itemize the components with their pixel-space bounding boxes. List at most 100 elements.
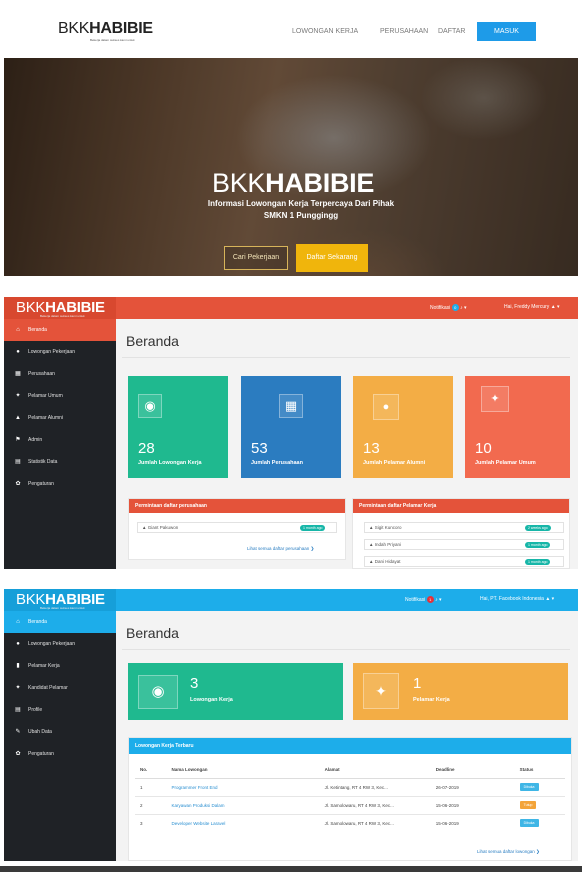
company-brand-tagline: Bekerja dalam sukses kami untuk bbox=[40, 606, 85, 610]
chart-icon: ▤ bbox=[15, 459, 21, 465]
user-greeting: Hai, PT. Facebook Indonesia bbox=[480, 596, 544, 602]
sidebar-item-perusahaan[interactable]: ▦ Perusahaan bbox=[4, 363, 116, 385]
stat-label: Jumlah Perusahaan bbox=[251, 460, 303, 466]
users-icon: ✦ bbox=[481, 386, 509, 412]
table-row: 3 Developer Website Laravel Jl. Samolowa… bbox=[135, 813, 565, 832]
sidebar-item-pelamar-umum[interactable]: ✦ Pelamar Umum bbox=[4, 385, 116, 407]
page-title: Beranda bbox=[126, 333, 179, 349]
brand-logo-thin: BKK bbox=[58, 20, 90, 37]
sidebar-item-admin[interactable]: ⚑ Admin bbox=[4, 429, 116, 451]
search-jobs-button[interactable]: Cari Pekerjaan bbox=[224, 246, 288, 270]
hero-subtitle-line2: SMKN 1 Punggingg bbox=[263, 211, 339, 220]
status-badge[interactable]: Tutup bbox=[519, 801, 537, 809]
notification-count-badge: 0 bbox=[451, 304, 459, 311]
building-icon: ▦ bbox=[279, 394, 303, 418]
sidebar-item-lowongan-pekerjaan[interactable]: ● Lowongan Pekerjaan bbox=[4, 341, 116, 363]
list-item[interactable]: ▲ Indah Priyani 1 month ago bbox=[364, 539, 564, 550]
column-header: Nama Lowongan bbox=[166, 762, 320, 779]
stat-card-pelamar-alumni[interactable]: ● 13 Jumlah Pelamar Alumni bbox=[353, 376, 453, 478]
sidebar-item-label: Pelamar Umum bbox=[28, 393, 63, 399]
admin-sidebar: ⌂ Beranda ● Lowongan Pekerjaan ▦ Perusahaan… bbox=[4, 319, 116, 569]
hero-logo-thin: BKK bbox=[212, 168, 266, 198]
column-header: Deadline bbox=[430, 762, 515, 779]
stat-card-perusahaan[interactable]: ▦ 53 Jumlah Perusahaan bbox=[241, 376, 341, 478]
sidebar-item-beranda[interactable]: ⌂ Beranda bbox=[4, 611, 116, 633]
bottom-bar bbox=[0, 866, 582, 872]
stat-card-lowongan[interactable]: ◉ 3 Lowongan Kerja bbox=[128, 663, 343, 720]
stat-label: Lowongan Kerja bbox=[190, 697, 233, 703]
sidebar-item-label: Lowongan Pekerjaan bbox=[28, 349, 75, 355]
table-row: 1 Programmer Front End Jl. Ketintang, RT… bbox=[135, 777, 565, 796]
sidebar-item-kandidat-pelamar[interactable]: ✦ Kandidat Pelamar bbox=[4, 677, 116, 699]
applicant-requests-title: Permintaan daftar Pelamar Kerja bbox=[353, 499, 569, 513]
user-icon: ● bbox=[373, 394, 399, 420]
login-button[interactable]: MASUK bbox=[477, 22, 536, 41]
hero-banner: BKKHABIBIE Informasi Lowongan Kerja Terp… bbox=[4, 58, 578, 276]
users-icon: ✦ bbox=[15, 393, 21, 399]
eye-icon: ● bbox=[16, 349, 20, 355]
notification-menu[interactable]: Notifikasi 1 ♪ ▾ bbox=[405, 596, 441, 603]
bell-icon: ♪ ▾ bbox=[460, 304, 467, 311]
sidebar-item-label: Ubah Data bbox=[28, 729, 52, 735]
building-icon: ▦ bbox=[15, 371, 21, 377]
list-item[interactable]: ▲ Giant Pakuwon 1 month ago bbox=[137, 522, 337, 533]
stat-card-pelamar-kerja[interactable]: ✦ 1 Pelamar Kerja bbox=[353, 663, 568, 720]
stat-card-lowongan[interactable]: ◉ 28 Jumlah Lowongan Kerja bbox=[128, 376, 228, 478]
flag-icon: ⚑ bbox=[15, 437, 21, 443]
notification-menu[interactable]: Notifikasi 0 ♪ ▾ bbox=[430, 304, 466, 311]
sidebar-item-pengaturan[interactable]: ✿ Pengaturan bbox=[4, 473, 116, 495]
admin-brand-tagline: Bekerja dalam sukses kami untuk bbox=[40, 314, 85, 318]
list-item[interactable]: ▲ Dani Hidayat 1 month ago bbox=[364, 556, 564, 567]
sidebar-item-label: Pengaturan bbox=[28, 481, 54, 487]
hero-logo: BKKHABIBIE bbox=[212, 168, 374, 199]
gear-icon: ✿ bbox=[15, 481, 21, 487]
job-address: Jl. Ketintang, RT 4 RW 3, Kec... bbox=[319, 777, 431, 796]
time-badge: 2 weeks ago bbox=[525, 525, 551, 531]
job-deadline: 15-06-2019 bbox=[430, 795, 515, 814]
status-cell: Tutup bbox=[514, 795, 565, 814]
stat-value: 28 bbox=[138, 440, 155, 457]
job-address: Jl. Samolowaru, RT 4 RW 3, Kec... bbox=[319, 813, 431, 832]
brand-logo[interactable]: BKKHABIBIE bbox=[58, 20, 153, 38]
nav-perusahaan[interactable]: PERUSAHAAN bbox=[380, 28, 428, 35]
bell-icon: ♪ ▾ bbox=[435, 596, 442, 603]
company-logo-area: BKKHABIBIE Bekerja dalam sukses kami unt… bbox=[4, 589, 116, 611]
stat-value: 3 bbox=[190, 675, 199, 692]
company-requests-panel: Permintaan daftar perusahaan ▲ Giant Pak… bbox=[128, 498, 346, 560]
sidebar-item-beranda[interactable]: ⌂ Beranda bbox=[4, 319, 116, 341]
sidebar-item-label: Admin bbox=[28, 437, 43, 443]
status-badge[interactable]: Dibuka bbox=[519, 819, 539, 828]
sidebar-item-pengaturan[interactable]: ✿ Pengaturan bbox=[4, 743, 116, 765]
sidebar-item-label: Perusahaan bbox=[28, 371, 55, 377]
sidebar-item-pelamar-kerja[interactable]: ▮ Pelamar Kerja bbox=[4, 655, 116, 677]
eye-icon: ● bbox=[16, 641, 20, 647]
hero-subtitle-line1: Informasi Lowongan Kerja Terpercaya Dari… bbox=[207, 199, 395, 208]
list-item[interactable]: ▲ Sigit Kuncoro 2 weeks ago bbox=[364, 522, 564, 533]
page-title: Beranda bbox=[126, 625, 179, 641]
job-name-link[interactable]: Programmer Front End bbox=[166, 777, 320, 796]
stat-card-pelamar-umum[interactable]: ✦ 10 Jumlah Pelamar Umum bbox=[465, 376, 570, 478]
stat-value: 53 bbox=[251, 440, 268, 457]
job-name-link[interactable]: Karyawan Produksi Dalam bbox=[166, 795, 320, 814]
sidebar-item-pelamar-alumni[interactable]: ▲ Pelamar Alumni bbox=[4, 407, 116, 429]
eye-icon: ◉ bbox=[138, 394, 162, 418]
latest-jobs-panel: Lowongan Kerja Terbaru No. Nama Lowongan… bbox=[128, 737, 572, 861]
register-now-button[interactable]: Daftar Sekarang bbox=[296, 244, 368, 272]
see-all-companies-link[interactable]: Lihat semua daftar perusahaan ❯ bbox=[247, 546, 314, 552]
sidebar-item-label: Beranda bbox=[28, 327, 47, 333]
user-menu[interactable]: Hai, PT. Facebook Indonesia ▲ ▾ bbox=[480, 596, 554, 602]
title-divider bbox=[122, 357, 570, 358]
sidebar-item-label: Profile bbox=[28, 707, 43, 713]
status-badge[interactable]: Dibuka bbox=[519, 783, 539, 791]
sidebar-item-lowongan-pekerjaan[interactable]: ● Lowongan Pekerjaan bbox=[4, 633, 116, 655]
nav-daftar[interactable]: DAFTAR bbox=[438, 28, 465, 35]
see-all-jobs-link[interactable]: Lihat semua daftar lowongan ❯ bbox=[477, 849, 540, 855]
admin-dashboard: BKKHABIBIE Bekerja dalam sukses kami unt… bbox=[4, 297, 578, 569]
sidebar-item-statistik-data[interactable]: ▤ Statistik Data bbox=[4, 451, 116, 473]
user-menu[interactable]: Hai, Freddy Mercury ▲ ▾ bbox=[504, 304, 560, 310]
job-name-link[interactable]: Developer Website Laravel bbox=[166, 813, 320, 832]
latest-jobs-title: Lowongan Kerja Terbaru bbox=[129, 738, 571, 754]
sidebar-item-ubah-data[interactable]: ✎ Ubah Data bbox=[4, 721, 116, 743]
nav-lowongan-kerja[interactable]: LOWONGAN KERJA bbox=[292, 28, 358, 35]
sidebar-item-profile[interactable]: ▤ Profile bbox=[4, 699, 116, 721]
